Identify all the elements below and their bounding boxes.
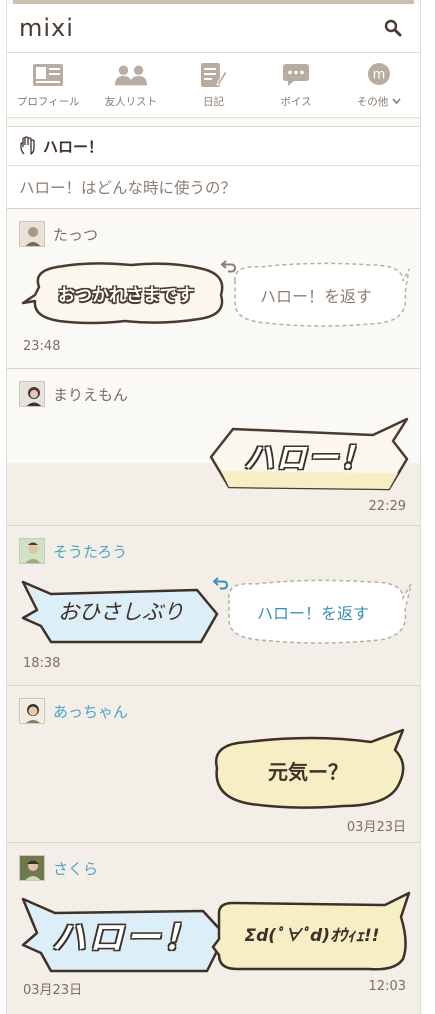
user-row[interactable]: あっちゃん bbox=[19, 698, 128, 724]
nav-label: プロフィール bbox=[16, 95, 80, 108]
user-name[interactable]: そうたろう bbox=[53, 541, 127, 562]
search-icon bbox=[384, 19, 402, 37]
reply-label: ハロー！を返す bbox=[256, 604, 369, 623]
section-title-text: ハロー！ bbox=[43, 137, 104, 156]
avatar bbox=[19, 698, 45, 724]
sticker-text: ハロー！ bbox=[52, 917, 200, 958]
user-name: たっつ bbox=[53, 225, 99, 244]
timestamp: 22:29 bbox=[368, 499, 406, 514]
user-row[interactable]: まりえもん bbox=[19, 381, 128, 407]
avatar bbox=[19, 538, 45, 564]
timestamp: 18:38 bbox=[23, 656, 61, 671]
user-row[interactable]: さくら bbox=[19, 855, 98, 881]
nav-item-profile[interactable]: プロフィール bbox=[7, 53, 90, 117]
reply-button[interactable]: ハロー！を返す bbox=[213, 576, 413, 648]
sticker-text: おひさしぶり bbox=[58, 600, 184, 624]
profile-card-icon bbox=[33, 63, 64, 86]
user-row[interactable]: たっつ bbox=[19, 221, 98, 247]
chevron-down-icon bbox=[391, 97, 401, 104]
search-button[interactable] bbox=[380, 15, 406, 41]
voice-icon bbox=[283, 63, 310, 86]
nav-label-more: その他 bbox=[357, 94, 401, 109]
nav-item-friends[interactable]: 友人リスト bbox=[90, 53, 173, 117]
reply-arrow-icon bbox=[213, 577, 229, 590]
nav-label: 日記 bbox=[202, 95, 224, 108]
nav-item-diary[interactable]: 日記 bbox=[172, 53, 255, 117]
header: mixi bbox=[7, 4, 420, 53]
svg-text:m: m bbox=[372, 67, 385, 82]
hand-icon bbox=[20, 136, 35, 155]
nav-item-more[interactable]: m その他 bbox=[337, 53, 420, 117]
mixi-more-icon: m bbox=[367, 62, 390, 85]
section-title: ハロー！ bbox=[7, 127, 420, 166]
sticker-text: ハロー！ bbox=[244, 441, 372, 476]
timestamp: 03月23日 bbox=[346, 820, 406, 835]
help-link[interactable]: ハロー！はどんな時に使うの？ bbox=[7, 166, 420, 209]
avatar bbox=[19, 855, 45, 881]
sticker-bubble: 元気ー？ bbox=[203, 728, 413, 812]
sticker-bubble: おひさしぶり bbox=[21, 574, 221, 648]
sticker-bubble: おつかれさまです bbox=[21, 257, 231, 329]
diary-icon bbox=[201, 62, 229, 87]
user-name[interactable]: あっちゃん bbox=[53, 701, 128, 722]
list-item: あっちゃん 元気ー？ 03月23日 bbox=[7, 686, 420, 843]
sticker-text: 元気ー？ bbox=[268, 759, 348, 784]
reply-sticker-bubble: Σd(ﾟ∀ﾟd)ｵｳｨｪ!! bbox=[209, 891, 415, 975]
nav-label: ボイス bbox=[280, 95, 312, 108]
friends-icon bbox=[114, 65, 147, 85]
spacer bbox=[7, 118, 420, 127]
timestamp: 23:48 bbox=[23, 339, 61, 354]
user-row[interactable]: そうたろう bbox=[19, 538, 127, 564]
list-item: さくら ハロー！ Σd(ﾟ∀ﾟd)ｵｳｨｪ!! 03月23日 12:03 bbox=[7, 843, 420, 1014]
reply-arrow-icon bbox=[221, 260, 237, 273]
reply-label: ハロー！を返す bbox=[259, 287, 372, 306]
list-item: まりえもん ハロー！ 22:29 bbox=[7, 369, 420, 526]
app-frame: mixi プロフィール 友人リスト 日記 ボイス m その他 ハロー！ ハロー！… bbox=[6, 0, 421, 1014]
sticker-bubble: ハロー！ bbox=[21, 893, 231, 975]
mixi-logo[interactable]: mixi bbox=[19, 14, 74, 42]
avatar bbox=[19, 381, 45, 407]
nav-bar: プロフィール 友人リスト 日記 ボイス m その他 bbox=[7, 53, 420, 118]
list-item: そうたろう おひさしぶり ハロー！を返す 18:38 bbox=[7, 526, 420, 686]
sticker-bubble: ハロー！ bbox=[203, 417, 413, 493]
reply-button[interactable]: ハロー！を返す bbox=[221, 259, 411, 331]
user-name: まりえもん bbox=[53, 385, 129, 404]
hello-list: たっつ おつかれさまです ハロー！を返す 23:48 まりえもん ハロー！ 22… bbox=[7, 209, 420, 1014]
nav-item-voice[interactable]: ボイス bbox=[255, 53, 338, 117]
sticker-text: おつかれさまです bbox=[58, 285, 194, 306]
nav-label: 友人リスト bbox=[104, 95, 158, 108]
list-item: たっつ おつかれさまです ハロー！を返す 23:48 bbox=[7, 209, 420, 369]
user-name[interactable]: さくら bbox=[53, 858, 98, 879]
timestamp: 03月23日 bbox=[23, 983, 83, 998]
reply-sticker-text: Σd(ﾟ∀ﾟd)ｵｳｨｪ!! bbox=[244, 925, 380, 946]
avatar bbox=[19, 221, 45, 247]
timestamp: 12:03 bbox=[368, 979, 406, 994]
